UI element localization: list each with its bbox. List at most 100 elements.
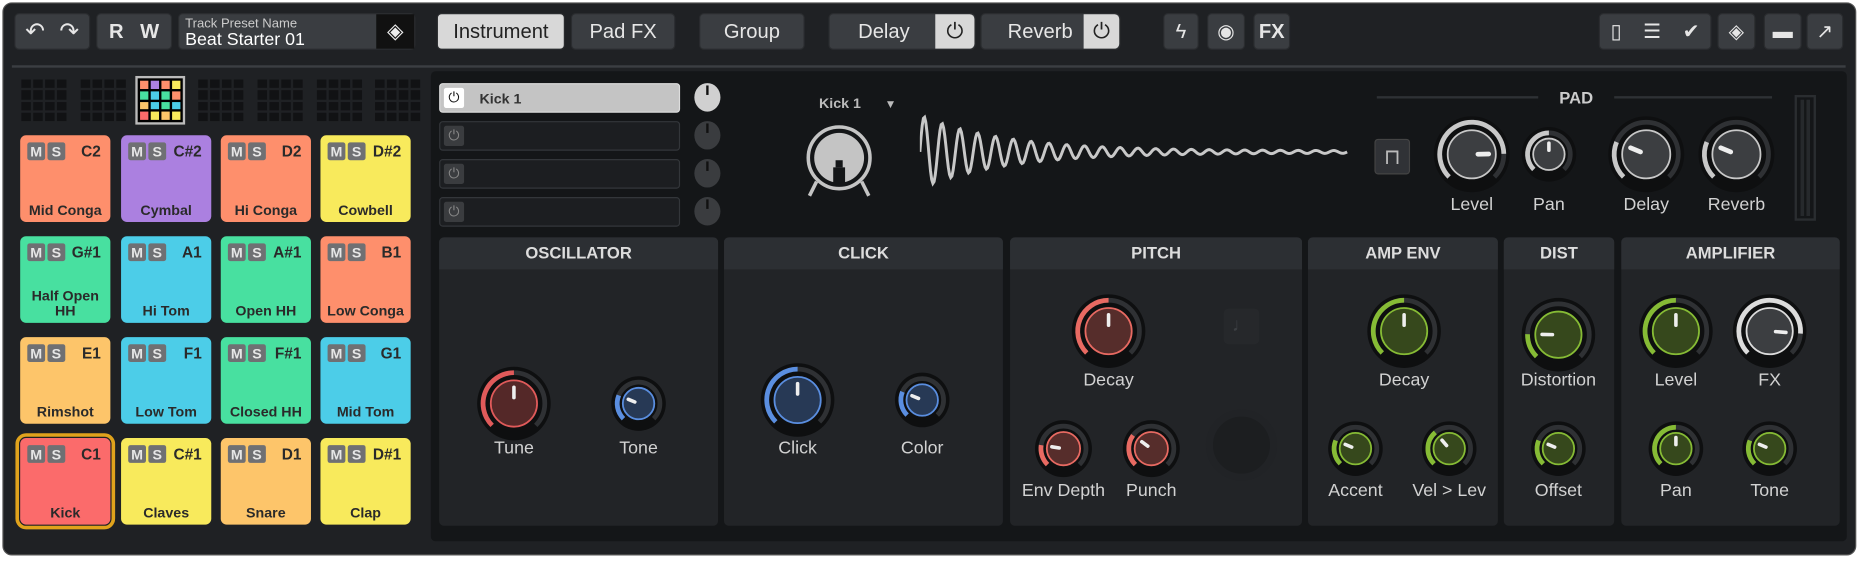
knob-vel-lev[interactable] (1420, 419, 1479, 478)
knob-delay[interactable] (1606, 114, 1687, 195)
fit-list-icon[interactable]: ☰ (1643, 20, 1661, 44)
layer-slot[interactable]: ⏻ (439, 197, 681, 227)
layer-power-icon[interactable]: ⏻ (443, 125, 465, 146)
drum-pad[interactable]: M S G1 Mid Tom (320, 337, 411, 424)
knob-decay[interactable] (1069, 292, 1147, 370)
solo-button[interactable]: S (347, 243, 366, 262)
knob-level[interactable] (1431, 114, 1512, 195)
kit-selector[interactable] (197, 78, 244, 122)
solo-button[interactable]: S (248, 445, 266, 463)
solo-button[interactable]: S (148, 344, 167, 363)
knob-offset[interactable] (1529, 419, 1588, 478)
solo-button[interactable]: S (347, 445, 366, 463)
solo-button[interactable]: S (248, 344, 266, 363)
drum-pad[interactable]: M S C2 Mid Conga (20, 135, 111, 222)
kit-selector[interactable] (20, 78, 67, 122)
solo-button[interactable]: S (47, 142, 66, 161)
solo-button[interactable]: S (148, 142, 167, 161)
drum-pad[interactable]: M S F#1 Closed HH (220, 337, 311, 424)
solo-button[interactable]: S (47, 344, 66, 363)
drum-pad[interactable]: M S A1 Hi Tom (121, 236, 212, 323)
lightning-icon[interactable]: ϟ (1163, 13, 1199, 50)
knob-env-depth[interactable] (1033, 418, 1095, 480)
solo-button[interactable]: S (148, 243, 167, 262)
kit-selector[interactable] (315, 78, 362, 122)
knob-punch[interactable] (1120, 418, 1182, 480)
export-icon[interactable]: ↗ (1806, 13, 1844, 50)
knob-click[interactable] (758, 361, 836, 439)
midi-icon[interactable]: ◉ (1207, 13, 1246, 50)
mute-button[interactable]: M (227, 344, 246, 363)
kit-selector[interactable] (374, 78, 421, 122)
knob-color[interactable] (893, 370, 952, 429)
layer-power-icon[interactable]: ⏻ (443, 87, 465, 109)
tab-instrument[interactable]: Instrument (436, 13, 565, 50)
mute-button[interactable]: M (227, 243, 246, 262)
drum-pad[interactable]: M S C#2 Cymbal (121, 135, 212, 222)
layer-slot[interactable]: ⏻ Kick 1 (439, 83, 681, 113)
mute-button[interactable]: M (128, 142, 146, 161)
solo-button[interactable]: S (347, 344, 366, 363)
layer-slot[interactable]: ⏻ (439, 159, 681, 189)
drum-pad[interactable]: M S D2 Hi Conga (220, 135, 311, 222)
read-button[interactable]: R (109, 20, 124, 44)
drum-pad[interactable]: M S D1 Snare (220, 437, 311, 525)
reverb-power-icon[interactable]: ⏻ (1083, 14, 1120, 49)
drum-pad[interactable]: M S C#1 Claves (121, 437, 212, 525)
mute-button[interactable]: M (327, 142, 346, 161)
knob-tone[interactable] (1740, 419, 1799, 478)
delay-power-icon[interactable]: ⏻ (935, 14, 975, 49)
drum-pad[interactable]: M S C1 Kick (15, 433, 116, 530)
solo-button[interactable]: S (248, 142, 266, 161)
preset-icon[interactable]: ◈ (1717, 13, 1756, 50)
mute-button[interactable]: M (327, 243, 346, 262)
knob-distortion[interactable] (1519, 296, 1597, 374)
mute-button[interactable]: M (128, 344, 146, 363)
track-preset-field[interactable]: Track Preset Name Beat Starter 01 ◈ (178, 13, 416, 50)
layer-volume-knob[interactable] (694, 83, 721, 112)
mute-button[interactable]: M (27, 243, 46, 262)
knob-decay[interactable] (1365, 292, 1443, 370)
drum-pad[interactable]: M S D#2 Cowbell (320, 135, 411, 222)
mute-button[interactable]: M (227, 445, 246, 463)
knob-fx[interactable] (1731, 292, 1809, 370)
mute-button[interactable]: M (27, 142, 46, 161)
solo-button[interactable]: S (148, 445, 167, 463)
drum-pad[interactable]: M S F1 Low Tom (121, 337, 212, 424)
undo-icon[interactable]: ↶ (25, 17, 45, 47)
knob-level[interactable] (1637, 292, 1715, 370)
knob-tone[interactable] (609, 374, 668, 433)
preset-browser-icon[interactable]: ◈ (376, 14, 415, 49)
tab-pad-fx[interactable]: Pad FX (570, 13, 676, 50)
mute-button[interactable]: M (128, 445, 146, 463)
fit-width-icon[interactable]: ▯ (1611, 20, 1622, 44)
write-button[interactable]: W (140, 20, 159, 44)
knob-tune[interactable] (475, 364, 553, 442)
gate-mode-button[interactable]: ⊓ (1374, 138, 1411, 175)
drum-pad[interactable]: M S E1 Rimshot (20, 337, 111, 424)
layer-power-icon[interactable]: ⏻ (443, 163, 465, 184)
instrument-selector[interactable]: Kick 1 ▼ (819, 95, 896, 112)
knob-reverb[interactable] (1696, 114, 1777, 195)
kit-selector[interactable] (135, 75, 186, 125)
solo-button[interactable]: S (47, 243, 66, 262)
layer-slot[interactable]: ⏻ (439, 121, 681, 151)
mute-button[interactable]: M (27, 344, 46, 363)
folder-icon[interactable]: ▬ (1763, 13, 1802, 50)
drum-pad[interactable]: M S B1 Low Conga (320, 236, 411, 323)
drum-pad[interactable]: M S G#1 Half Open HH (20, 236, 111, 323)
knob-pan[interactable] (1519, 125, 1578, 184)
layer-volume-knob[interactable] (694, 159, 721, 188)
layer-volume-knob[interactable] (694, 121, 721, 150)
drum-pad[interactable]: M S A#1 Open HH (220, 236, 311, 323)
mute-button[interactable]: M (327, 445, 346, 463)
layer-volume-knob[interactable] (694, 197, 721, 226)
redo-icon[interactable]: ↷ (59, 17, 79, 47)
mute-button[interactable]: M (27, 445, 46, 463)
mute-button[interactable]: M (128, 243, 146, 262)
solo-button[interactable]: S (347, 142, 366, 161)
mute-button[interactable]: M (327, 344, 346, 363)
kit-selector[interactable] (79, 78, 126, 122)
check-icon[interactable]: ✔ (1683, 20, 1700, 44)
drum-pad[interactable]: M S D#1 Clap (320, 437, 411, 525)
